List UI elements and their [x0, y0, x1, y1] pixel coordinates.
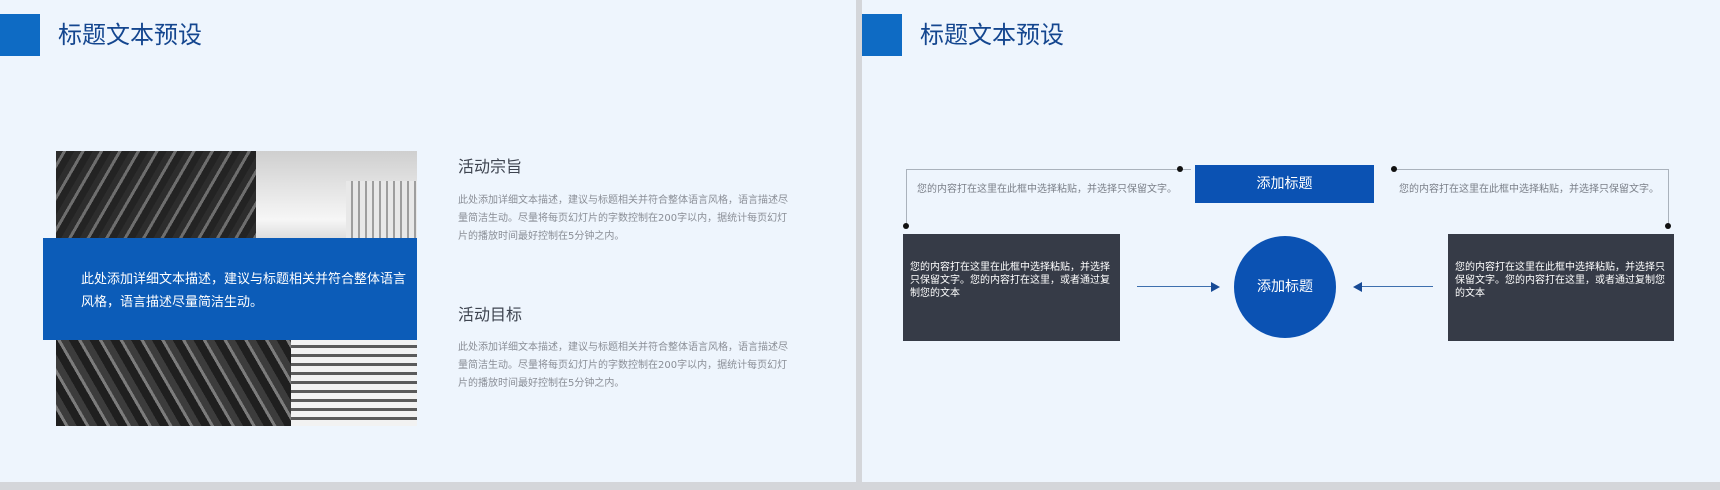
- content-box-left: 您的内容打在这里在此框中选择粘贴，并选择只保留文字。您的内容打在这里，或者通过复…: [903, 234, 1120, 341]
- connector-line: [906, 169, 907, 227]
- connector-line: [1391, 169, 1669, 170]
- connector-dot: [1391, 166, 1397, 172]
- content-box-right: 您的内容打在这里在此框中选择粘贴，并选择只保留文字。您的内容打在这里，或者通过复…: [1448, 234, 1674, 341]
- connector-dot: [1177, 166, 1183, 172]
- overlay-text-box: 此处添加详细文本描述，建议与标题相关并符合整体语言风格，语言描述尽量简洁生动。: [43, 238, 417, 340]
- slide-left[interactable]: 标题文本预设 此处添加详细文本描述，建议与标题相关并符合整体语言风格，语言描述尽…: [0, 0, 856, 482]
- connector-dot: [1665, 223, 1671, 229]
- note-left: 您的内容打在这里在此框中选择粘贴，并选择只保留文字。: [917, 184, 1177, 195]
- connector-dot: [903, 223, 909, 229]
- section-heading-goal: 活动目标: [458, 305, 523, 324]
- note-right: 您的内容打在这里在此框中选择粘贴，并选择只保留文字。: [1399, 184, 1659, 195]
- section-body-purpose: 此处添加详细文本描述，建议与标题相关并符合整体语言风格，语言描述尽量简洁生动。尽…: [458, 195, 788, 242]
- slide-title: 标题文本预设: [58, 21, 202, 49]
- center-title-circle: 添加标题: [1234, 236, 1336, 338]
- connector-line: [906, 169, 1191, 170]
- arrow-right-icon: [1211, 282, 1220, 292]
- section-body-goal: 此处添加详细文本描述，建议与标题相关并符合整体语言风格，语言描述尽量简洁生动。尽…: [458, 342, 788, 389]
- top-title-box: 添加标题: [1195, 165, 1374, 203]
- overlay-text: 此处添加详细文本描述，建议与标题相关并符合整体语言风格，语言描述尽量简洁生动。: [81, 272, 407, 310]
- arrow-right-line: [1137, 286, 1211, 287]
- arrow-left-icon: [1353, 282, 1362, 292]
- slide-right[interactable]: 标题文本预设 您的内容打在这里在此框中选择粘贴，并选择只保留文字。 您的内容打在…: [862, 0, 1720, 482]
- section-heading-purpose: 活动宗旨: [458, 157, 523, 176]
- slide-title: 标题文本预设: [920, 21, 1064, 49]
- title-accent-bar: [0, 14, 40, 56]
- arrow-left-line: [1362, 286, 1433, 287]
- title-accent-bar: [862, 14, 902, 56]
- connector-line: [1668, 169, 1669, 227]
